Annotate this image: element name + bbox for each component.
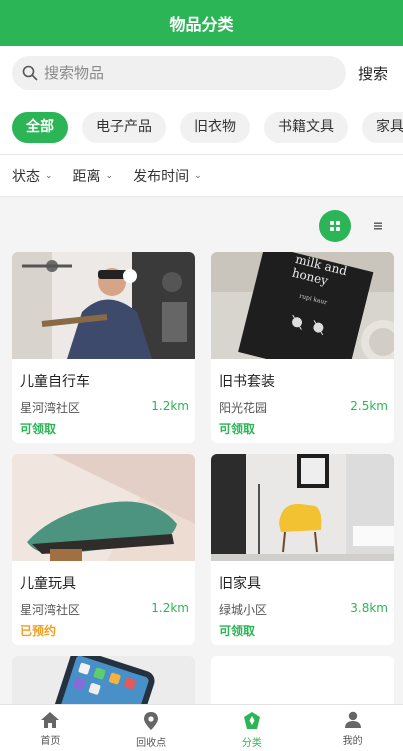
- item-photo-books: milk and honey rupi kaur: [211, 252, 394, 359]
- item-title: 儿童自行车: [20, 374, 90, 390]
- item-status: 可领取: [219, 422, 256, 436]
- search-field[interactable]: [12, 56, 346, 90]
- category-icon: [243, 712, 260, 729]
- item-status: 可领取: [20, 422, 57, 436]
- grid-view-button[interactable]: [319, 210, 351, 242]
- grid-icon: [330, 221, 340, 231]
- filter-status-label: 状态: [12, 168, 40, 185]
- item-title: 旧家具: [219, 576, 261, 592]
- search-button[interactable]: 搜索: [358, 63, 388, 84]
- item-title: 旧书套装: [219, 374, 275, 390]
- search-icon: [22, 65, 38, 81]
- user-icon: [344, 711, 361, 728]
- item-card[interactable]: 儿童玩具 星河湾社区 1.2km 已预约: [12, 454, 195, 645]
- filter-distance[interactable]: 距离 ⌄: [73, 166, 114, 186]
- chip-old-clothes[interactable]: 旧衣物: [180, 112, 250, 143]
- item-distance: 1.2km: [151, 601, 189, 615]
- home-icon: [41, 712, 60, 728]
- tab-profile[interactable]: 我的: [302, 705, 403, 751]
- item-status: 可领取: [219, 624, 256, 638]
- filter-distance-label: 距离: [72, 168, 101, 185]
- item-location: 绿城小区: [219, 603, 268, 617]
- item-distance: 2.5km: [350, 399, 388, 413]
- filter-publish-time-label: 发布时间: [133, 168, 190, 185]
- tab-label: 我的: [342, 736, 363, 747]
- chevron-down-icon: ⌄: [194, 170, 202, 181]
- item-card[interactable]: milk and honey rupi kaur 旧书套装 阳光花园 2.5km…: [211, 252, 394, 443]
- item-photo-toys: [12, 454, 195, 561]
- chevron-down-icon: ⌄: [45, 170, 53, 181]
- search-input[interactable]: [44, 64, 304, 82]
- category-chip-bar: 全部 电子产品 旧衣物 书籍文具 家具: [0, 100, 403, 155]
- chip-all[interactable]: 全部: [12, 112, 68, 143]
- tab-label: 首页: [40, 736, 61, 747]
- bottom-tab-bar: 首页 回收点 分类 我的: [0, 704, 403, 751]
- item-photo-furniture: [211, 454, 394, 561]
- item-location: 阳光花园: [219, 401, 268, 415]
- tab-home[interactable]: 首页: [0, 705, 101, 751]
- tab-label: 回收点: [136, 738, 167, 749]
- tab-label: 分类: [241, 738, 262, 749]
- list-icon: [374, 222, 382, 230]
- item-title: 儿童玩具: [20, 576, 76, 592]
- chevron-down-icon: ⌄: [105, 170, 114, 181]
- filter-bar: 状态 ⌄ 距离 ⌄ 发布时间 ⌄: [0, 155, 403, 197]
- location-pin-icon: [144, 712, 159, 730]
- list-view-button[interactable]: [362, 210, 394, 242]
- item-location: 星河湾社区: [20, 603, 81, 617]
- chip-electronics[interactable]: 电子产品: [82, 112, 166, 143]
- search-bar: 搜索: [0, 46, 403, 100]
- item-status: 已预约: [20, 624, 57, 638]
- page-title: 物品分类: [169, 15, 234, 34]
- chip-furniture[interactable]: 家具: [362, 112, 403, 143]
- item-card[interactable]: 旧家具 绿城小区 3.8km 可领取: [211, 454, 394, 645]
- item-location: 星河湾社区: [20, 401, 81, 415]
- tab-category[interactable]: 分类: [202, 705, 303, 751]
- filter-status[interactable]: 状态 ⌄: [12, 166, 53, 186]
- app-header: 物品分类: [0, 0, 403, 46]
- item-distance: 1.2km: [151, 399, 189, 413]
- item-card[interactable]: 儿童自行车 星河湾社区 1.2km 可领取: [12, 252, 195, 443]
- item-photo-bicycle: [12, 252, 195, 359]
- item-distance: 3.8km: [350, 601, 388, 615]
- filter-publish-time[interactable]: 发布时间 ⌄: [133, 166, 202, 186]
- chip-books-stationery[interactable]: 书籍文具: [264, 112, 348, 143]
- tab-recycle-points[interactable]: 回收点: [101, 705, 202, 751]
